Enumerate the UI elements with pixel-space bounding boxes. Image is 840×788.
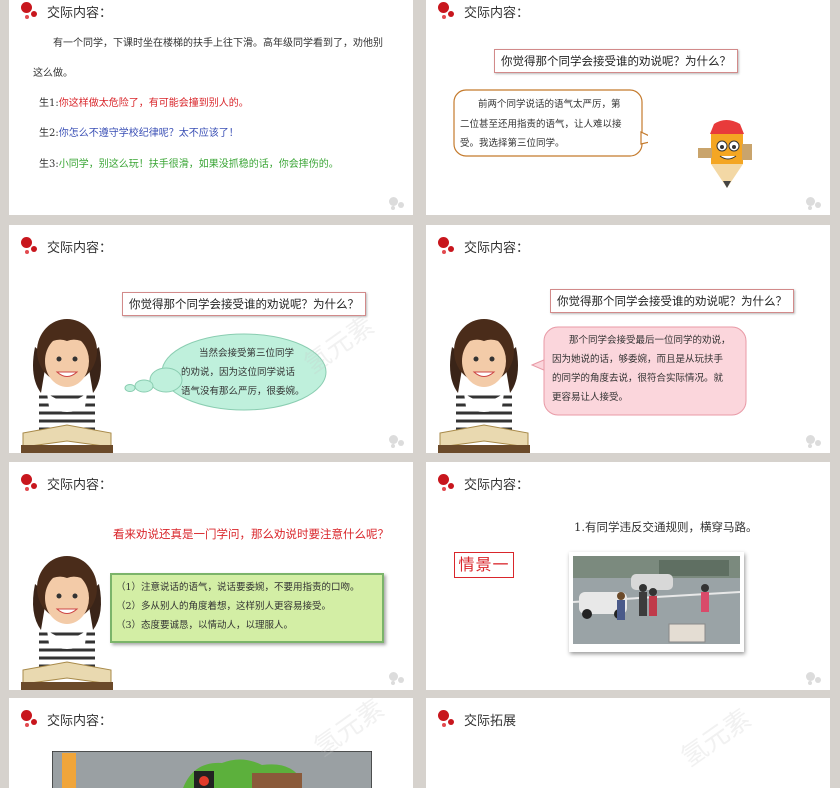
bubble-line-1: 前两个同学说话的语气太严厉，第 [478,99,621,110]
girl-reading-illustration [21,319,113,453]
question-box: 你觉得那个同学会接受谁的劝说呢？为什么？ [494,49,738,73]
slide-3[interactable]: 交际内容： 你觉得那个同学会接受谁的劝说呢？为什么？ 当然会接受第三位同学 的劝… [9,225,413,453]
bubble-line-3: 受。我选择第三位同学。 [460,138,565,149]
red-dots-icon [21,2,39,20]
slide-header: 交际内容： [21,0,112,22]
watermark: 氢元素 [675,703,757,774]
student-3-label: 生3: [39,159,59,170]
red-dots-icon [438,2,456,20]
bubble-line-2: 二位甚至还用指责的语气，让人难以接 [460,119,622,130]
corner-dots-icon [804,433,824,449]
slide-header: 交际内容： [438,235,529,257]
question-text: 看来劝说还真是一门学问，那么劝说时要注意什么呢？ [113,527,389,541]
slide-2[interactable]: 交际内容： 你觉得那个同学会接受谁的劝说呢？为什么？ 前两个同学说话的语气太严厉… [426,0,830,215]
corner-dots-icon [804,670,824,686]
red-dots-icon [438,237,456,255]
red-dots-icon [21,237,39,255]
girl-reading-illustration [438,319,530,453]
scene-text: 1.有同学违反交通规则，横穿马路。 [574,520,758,534]
tip-3: （3）态度要诚恳，以情动人，以理服人。 [116,620,294,631]
slide-header: 交际内容： [21,708,112,730]
slide-header-label: 交际内容： [47,5,113,21]
question-box: 你觉得那个同学会接受谁的劝说呢？为什么？ [550,289,794,313]
intro-line-2: 这么做。 [33,68,73,79]
slide-4[interactable]: 交际内容： 你觉得那个同学会接受谁的劝说呢？为什么？ 那个同学会接受最后一位同学… [426,225,830,453]
corner-dots-icon [804,195,824,211]
slide-header-label: 交际内容： [47,477,113,493]
bubble-line-2: 因为她说的话，够委婉，而且是从玩扶手 [552,354,724,365]
slide-7[interactable]: 交际内容： 氢元素 [9,698,413,788]
bubble-line-4: 更容易让人接受。 [552,392,629,403]
slide-header: 交际内容： [21,235,112,257]
slide-header-label: 交际内容： [464,5,530,21]
student-2-text: 你怎么不遵守学校纪律呢？太不应该了！ [58,128,239,139]
girl-reading-illustration [21,556,113,690]
student-3-text: 小同学，别这么玩！扶手很滑，如果没抓稳的话，你会摔伤的。 [58,159,339,170]
cloud-line-1: 当然会接受第三位同学 [199,348,295,359]
bubble-line-3: 的同学的角度去说，很符合实际情况。就 [552,373,724,384]
slide-header-label: 交际内容： [47,240,113,256]
slide-8[interactable]: 交际拓展 氢元素 [426,698,830,788]
student-2-line: 生2:你怎么不遵守学校纪律呢？太不应该了！ [39,126,239,142]
cloud-line-3: 语气没有那么严厉，很委婉。 [181,386,305,397]
red-dots-icon [21,710,39,728]
student-3-line: 生3:小同学，别这么玩！扶手很滑，如果没抓稳的话，你会摔伤的。 [39,157,339,173]
slide-header: 交际内容： [438,0,529,22]
slide-5[interactable]: 交际内容： 看来劝说还真是一门学问，那么劝说时要注意什么呢？ （1）注意说话的语… [9,462,413,690]
cloud-line-2: 的劝说，因为这位同学说话 [181,367,296,378]
corner-dots-icon [387,433,407,449]
student-2-label: 生2: [39,128,59,139]
slide-header-label: 交际拓展 [464,713,517,729]
intro-line-1: 有一个同学，下课时坐在楼梯的扶手上往下滑。高年级同学看到了，劝他别 [53,38,383,49]
tip-1: （1）注意说话的语气，说话要委婉，不要用指责的口吻。 [116,582,360,593]
tip-2: （2）多从别人的角度着想，这样别人更容易接受。 [116,601,332,612]
bubble-line-1: 那个同学会接受最后一位同学的劝说， [569,335,731,346]
red-dots-icon [438,710,456,728]
student-1-text: 你这样做太危险了，有可能会撞到别人的。 [58,98,249,109]
scene-label: 情景一 [454,552,514,578]
slide-header: 交际内容： [438,472,529,494]
student-1-label: 生1: [39,98,59,109]
slide-6[interactable]: 交际内容： 1.有同学违反交通规则，横穿马路。 情景一 [426,462,830,690]
corner-dots-icon [387,670,407,686]
crossing-road-photo [569,552,744,652]
student-1-line: 生1:你这样做太危险了，有可能会撞到别人的。 [39,96,249,112]
corner-dots-icon [387,195,407,211]
slide-header-label: 交际内容： [47,713,113,729]
red-dots-icon [438,474,456,492]
slide-header: 交际拓展 [438,708,516,730]
slide-header-label: 交际内容： [464,477,530,493]
slide-1[interactable]: 交际内容： 有一个同学，下课时坐在楼梯的扶手上往下滑。高年级同学看到了，劝他别 … [9,0,413,215]
question-box: 你觉得那个同学会接受谁的劝说呢？为什么？ [122,292,366,316]
slide-grid: 交际内容： 有一个同学，下课时坐在楼梯的扶手上往下滑。高年级同学看到了，劝他别 … [0,0,840,788]
pencil-mascot-icon [698,120,752,188]
slide-header-label: 交际内容： [464,240,530,256]
slide-header: 交际内容： [21,472,112,494]
red-dots-icon [21,474,39,492]
